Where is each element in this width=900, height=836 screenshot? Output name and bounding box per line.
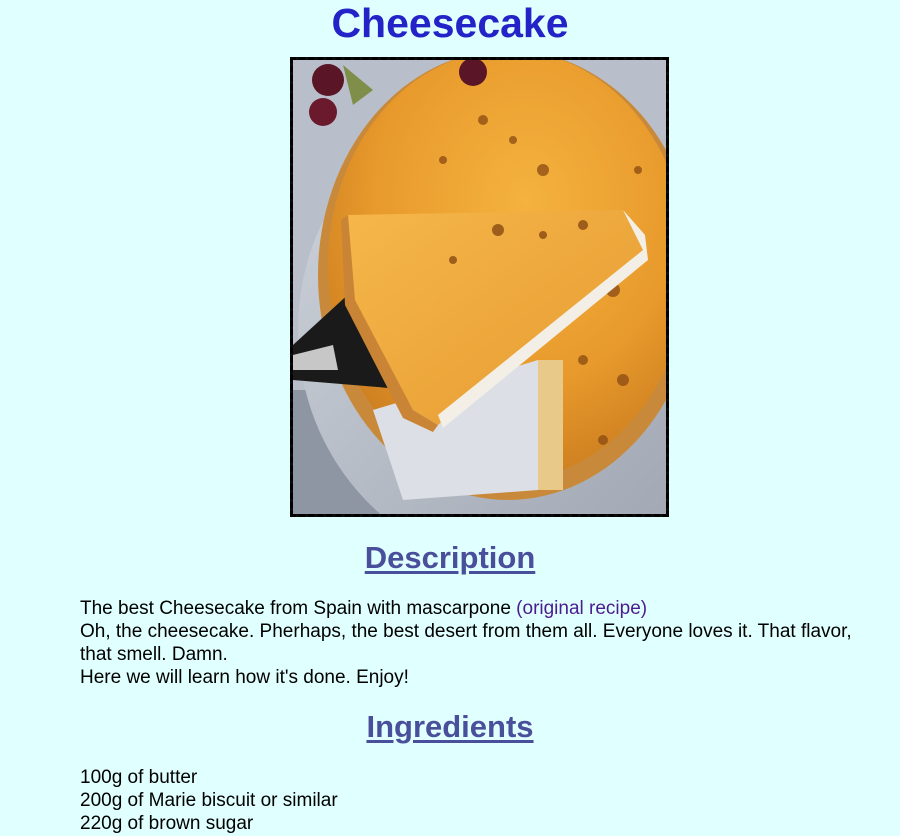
description-body: The best Cheesecake from Spain with masc… [80,597,860,689]
description-intro-line: The best Cheesecake from Spain with masc… [80,597,860,620]
description-heading: Description [364,540,536,575]
ingredients-list: 100g of butter 200g of Marie biscuit or … [80,766,860,835]
description-paragraph: Here we will learn how it's done. Enjoy! [80,667,409,688]
cheesecake-photo [290,57,669,517]
ingredient-item: 100g of butter [80,767,198,788]
cheesecake-illustration [293,60,666,514]
ingredient-item: 200g of Marie biscuit or similar [80,790,338,811]
description-paragraph: Oh, the cheesecake. Pherhaps, the best d… [80,621,852,665]
page-title: Cheesecake [331,0,569,46]
recipe-page: Cheesecake Description The best Cheeseca… [0,0,900,836]
original-recipe-link[interactable]: (original recipe) [516,598,647,619]
ingredients-heading: Ingredients [366,709,534,744]
ingredient-item: 220g of brown sugar [80,813,254,834]
description-intro-text: The best Cheesecake from Spain with masc… [80,598,517,619]
